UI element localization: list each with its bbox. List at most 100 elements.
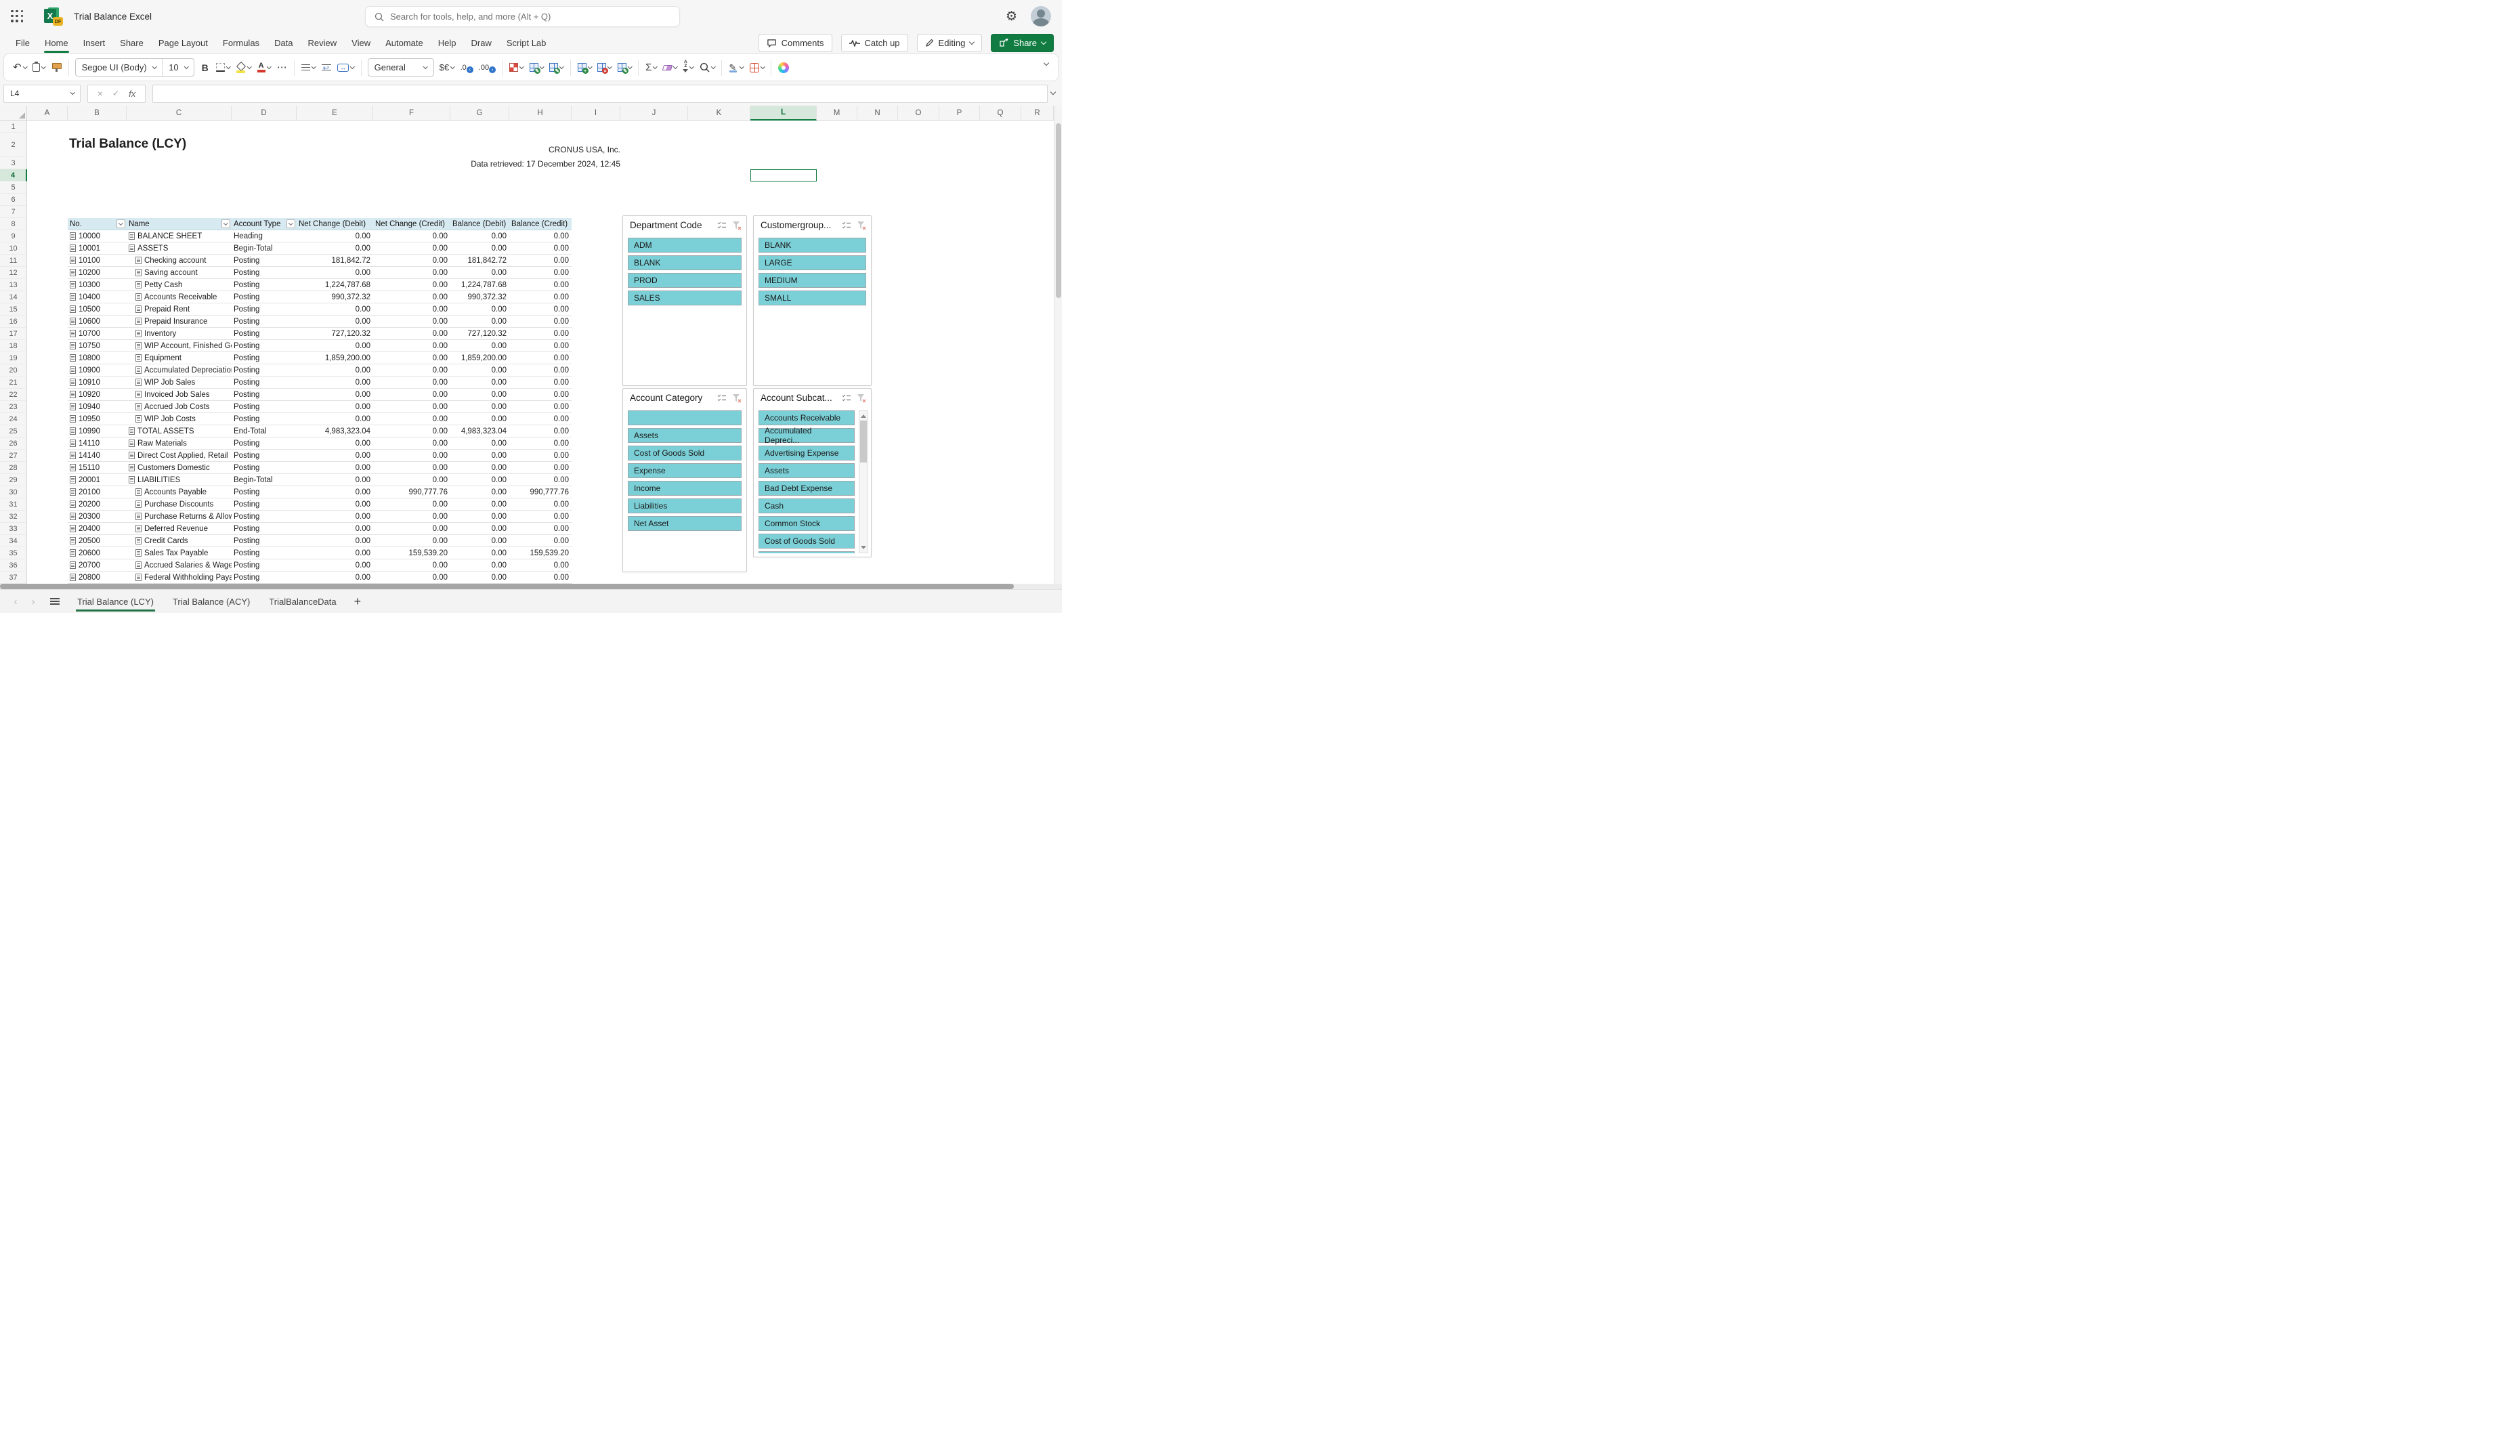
cell-no[interactable]: 20001 xyxy=(68,474,127,486)
cell-name[interactable]: Petty Cash xyxy=(127,279,232,291)
cell-net-change-debit[interactable]: 1,859,200.00 xyxy=(297,352,373,364)
cell-no[interactable]: 10800 xyxy=(68,352,127,364)
cell-net-change-debit[interactable]: 0.00 xyxy=(297,559,373,571)
ribbon-tab-automate[interactable]: Automate xyxy=(378,33,431,53)
cell-no[interactable]: 20400 xyxy=(68,523,127,534)
cell-net-change-credit[interactable]: 0.00 xyxy=(373,255,450,266)
slicer-item-blank[interactable]: BLANK xyxy=(628,255,742,270)
table-row[interactable]: 20100 Accounts Payable Posting 0.00 990,777.… xyxy=(68,486,572,498)
paste-button[interactable] xyxy=(30,58,48,78)
cell-net-change-credit[interactable]: 0.00 xyxy=(373,523,450,534)
row-header-27[interactable]: 27 xyxy=(0,450,27,462)
cell-net-change-credit[interactable]: 0.00 xyxy=(373,340,450,351)
slicer-item-expense[interactable]: Expense xyxy=(628,463,742,478)
cell-name[interactable]: WIP Account, Finished Goods xyxy=(127,340,232,351)
row-header-8[interactable]: 8 xyxy=(0,218,27,230)
cell-balance-debit[interactable]: 1,224,787.68 xyxy=(450,279,509,291)
fill-color-button[interactable] xyxy=(234,58,254,78)
cell-net-change-debit[interactable]: 0.00 xyxy=(297,389,373,400)
find-button[interactable] xyxy=(697,58,718,78)
format-painter-button[interactable] xyxy=(49,58,64,78)
cell-name[interactable]: Customers Domestic xyxy=(127,462,232,473)
cell-balance-debit[interactable]: 0.00 xyxy=(450,267,509,278)
cell-balance-credit[interactable]: 0.00 xyxy=(509,523,572,534)
slicer-item-accounts-receivable[interactable]: Accounts Receivable xyxy=(759,410,855,425)
cell-net-change-credit[interactable]: 0.00 xyxy=(373,437,450,449)
slicer-item-cash[interactable]: Cash xyxy=(759,498,855,513)
cell-no[interactable]: 10940 xyxy=(68,401,127,412)
table-row[interactable]: 14140 Direct Cost Applied, Retail Posting 0… xyxy=(68,450,572,462)
cell-balance-debit[interactable]: 0.00 xyxy=(450,498,509,510)
clear-filter-icon[interactable] xyxy=(855,219,868,232)
cell-name[interactable]: Accounts Payable xyxy=(127,486,232,498)
cell-net-change-credit[interactable]: 0.00 xyxy=(373,559,450,571)
row-header-36[interactable]: 36 xyxy=(0,559,27,572)
cell-no[interactable]: 20600 xyxy=(68,547,127,559)
row-header-9[interactable]: 9 xyxy=(0,230,27,242)
cell-balance-credit[interactable]: 0.00 xyxy=(509,279,572,291)
column-header-R[interactable]: R xyxy=(1021,106,1054,121)
all-sheets-menu-icon[interactable] xyxy=(50,598,60,605)
cell-balance-debit[interactable]: 0.00 xyxy=(450,401,509,412)
cell-net-change-debit[interactable]: 0.00 xyxy=(297,242,373,254)
cell-net-change-credit[interactable]: 990,777.76 xyxy=(373,486,450,498)
slicer-item-sales[interactable]: SALES xyxy=(628,291,742,305)
horizontal-scrollbar-thumb[interactable] xyxy=(0,584,1014,589)
table-row[interactable]: 10910 WIP Job Sales Posting 0.00 0.00 0.00 0.0… xyxy=(68,377,572,389)
cell-balance-debit[interactable]: 0.00 xyxy=(450,547,509,559)
cell-net-change-credit[interactable]: 0.00 xyxy=(373,498,450,510)
row-header-3[interactable]: 3 xyxy=(0,157,27,169)
cell-account-type[interactable]: Posting xyxy=(232,279,297,291)
cell-balance-credit[interactable]: 0.00 xyxy=(509,425,572,437)
clear-filter-icon[interactable] xyxy=(731,219,743,232)
cell-account-type[interactable]: Posting xyxy=(232,389,297,400)
cell-name[interactable]: Accounts Receivable xyxy=(127,291,232,303)
scroll-up-icon[interactable] xyxy=(859,411,868,420)
row-header-10[interactable]: 10 xyxy=(0,242,27,255)
cell-account-type[interactable]: Posting xyxy=(232,462,297,473)
cell-account-type[interactable]: Posting xyxy=(232,511,297,522)
cell-net-change-credit[interactable]: 0.00 xyxy=(373,425,450,437)
cell-name[interactable]: Raw Materials xyxy=(127,437,232,449)
column-header-A[interactable]: A xyxy=(27,106,68,121)
column-header-L[interactable]: L xyxy=(750,106,817,121)
cell-name[interactable]: ASSETS xyxy=(127,242,232,254)
cell-net-change-credit[interactable]: 0.00 xyxy=(373,401,450,412)
cell-styles-button[interactable]: ✎ xyxy=(547,58,566,78)
row-header-22[interactable]: 22 xyxy=(0,389,27,401)
row-header-31[interactable]: 31 xyxy=(0,498,27,511)
slicer-item-blank[interactable]: BLANK xyxy=(759,238,866,253)
row-header-21[interactable]: 21 xyxy=(0,377,27,389)
table-row[interactable]: 10700 Inventory Posting 727,120.32 0.00 727,1… xyxy=(68,328,572,340)
app-launcher-icon[interactable] xyxy=(11,9,24,23)
cell-balance-credit[interactable]: 0.00 xyxy=(509,352,572,364)
slicer-item-assets[interactable]: Assets xyxy=(759,463,855,478)
catch-up-button[interactable]: Catch up xyxy=(840,34,908,52)
table-row[interactable]: 10400 Accounts Receivable Posting 990,372.3… xyxy=(68,291,572,303)
slicer-item-large[interactable]: LARGE xyxy=(759,255,866,270)
undo-button[interactable]: ↶ xyxy=(10,58,29,78)
sheet-nav-prev-icon[interactable]: ‹ xyxy=(7,596,24,607)
cell-balance-credit[interactable]: 0.00 xyxy=(509,377,572,388)
cell-balance-debit[interactable]: 0.00 xyxy=(450,340,509,351)
cell-account-type[interactable]: Posting xyxy=(232,328,297,339)
name-box[interactable]: L4 xyxy=(3,84,81,103)
cell-net-change-debit[interactable]: 990,372.32 xyxy=(297,291,373,303)
row-header-4[interactable]: 4 xyxy=(0,169,27,181)
cell-no[interactable]: 10600 xyxy=(68,316,127,327)
slicer-item-bad-debt-expense[interactable]: Bad Debt Expense xyxy=(759,481,855,496)
column-header-P[interactable]: P xyxy=(939,106,980,121)
slicer-item-partial[interactable] xyxy=(759,551,855,553)
filter-dropdown-button[interactable] xyxy=(221,219,230,228)
row-header-11[interactable]: 11 xyxy=(0,255,27,267)
clear-button[interactable] xyxy=(660,58,680,78)
slicer-item-prod[interactable]: PROD xyxy=(628,273,742,288)
horizontal-scrollbar[interactable] xyxy=(0,584,1062,589)
table-row[interactable]: 14110 Raw Materials Posting 0.00 0.00 0.00 0.0… xyxy=(68,437,572,450)
column-header-E[interactable]: E xyxy=(297,106,373,121)
cell-balance-credit[interactable]: 159,539.20 xyxy=(509,547,572,559)
cell-net-change-credit[interactable]: 0.00 xyxy=(373,316,450,327)
cell-net-change-credit[interactable]: 0.00 xyxy=(373,474,450,486)
row-header-13[interactable]: 13 xyxy=(0,279,27,291)
cell-balance-debit[interactable]: 0.00 xyxy=(450,377,509,388)
